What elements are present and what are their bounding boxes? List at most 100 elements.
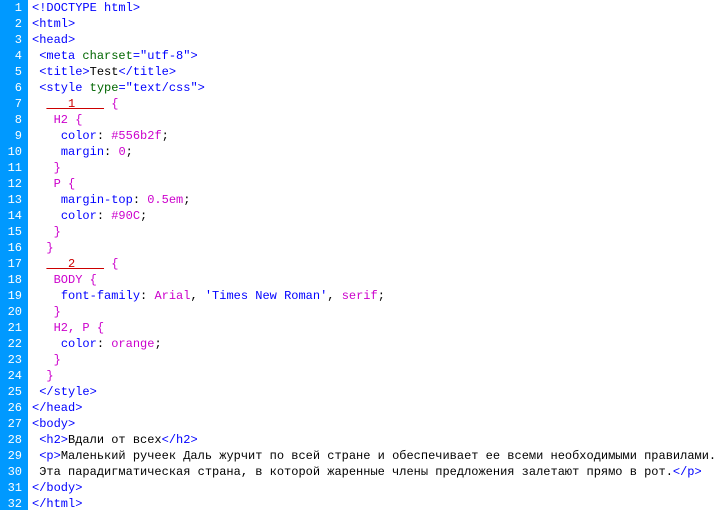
- code-token: ;: [140, 209, 147, 223]
- code-token: 1: [46, 97, 104, 111]
- code-token: 'Times New Roman': [205, 289, 327, 303]
- code-token: >: [190, 49, 197, 63]
- code-token: <meta: [39, 49, 82, 63]
- code-token: <!DOCTYPE html>: [32, 1, 140, 15]
- code-token: font-family: [61, 289, 140, 303]
- code-token: ;: [126, 145, 133, 159]
- code-line[interactable]: <head>: [28, 32, 714, 48]
- code-line[interactable]: H2 {: [28, 112, 714, 128]
- line-number: 3: [4, 32, 22, 48]
- code-token: }: [46, 161, 60, 175]
- code-line[interactable]: <style type="text/css">: [28, 80, 714, 96]
- line-number: 22: [4, 336, 22, 352]
- code-token: Маленький ручеек Даль журчит по всей стр…: [61, 449, 714, 463]
- code-line[interactable]: margin-top: 0.5em;: [28, 192, 714, 208]
- code-line[interactable]: font-family: Arial, 'Times New Roman', s…: [28, 288, 714, 304]
- line-number: 19: [4, 288, 22, 304]
- code-line[interactable]: P {: [28, 176, 714, 192]
- code-token: <head>: [32, 33, 75, 47]
- code-token: charset: [82, 49, 132, 63]
- code-token: serif: [342, 289, 378, 303]
- code-line[interactable]: }: [28, 160, 714, 176]
- code-token: =: [118, 81, 125, 95]
- code-token: 2: [46, 257, 104, 271]
- code-token: }: [46, 353, 60, 367]
- code-token: </h2>: [162, 433, 198, 447]
- code-token: {: [104, 257, 118, 271]
- code-token: <style: [39, 81, 89, 95]
- code-line[interactable]: color: orange;: [28, 336, 714, 352]
- code-line[interactable]: }: [28, 352, 714, 368]
- code-line[interactable]: </body>: [28, 480, 714, 496]
- code-line[interactable]: color: #90C;: [28, 208, 714, 224]
- code-line[interactable]: 1 {: [28, 96, 714, 112]
- code-token: [46, 209, 60, 223]
- code-token: </p>: [673, 465, 702, 479]
- code-editor[interactable]: <!DOCTYPE html><html><head> <meta charse…: [28, 0, 714, 510]
- code-token: color: [61, 129, 97, 143]
- line-number: 21: [4, 320, 22, 336]
- code-token: </title>: [118, 65, 176, 79]
- code-token: :: [97, 129, 111, 143]
- code-line[interactable]: BODY {: [28, 272, 714, 288]
- code-token: Эта парадигматическая страна, в которой …: [39, 465, 673, 479]
- code-token: :: [133, 193, 147, 207]
- code-line[interactable]: }: [28, 240, 714, 256]
- code-token: "utf-8": [140, 49, 190, 63]
- line-number: 6: [4, 80, 22, 96]
- code-line[interactable]: <html>: [28, 16, 714, 32]
- line-number-gutter: 1234567891011121314151617181920212223242…: [0, 0, 28, 510]
- code-token: ,: [327, 289, 341, 303]
- code-token: </html>: [32, 497, 82, 510]
- line-number: 15: [4, 224, 22, 240]
- code-token: ;: [154, 337, 161, 351]
- line-number: 25: [4, 384, 22, 400]
- code-line[interactable]: <p>Маленький ручеек Даль журчит по всей …: [28, 448, 714, 464]
- code-token: H2 {: [46, 113, 82, 127]
- code-line[interactable]: }: [28, 368, 714, 384]
- line-number: 10: [4, 144, 22, 160]
- code-token: Arial: [154, 289, 190, 303]
- code-line[interactable]: <title>Test</title>: [28, 64, 714, 80]
- code-token: orange: [111, 337, 154, 351]
- line-number: 11: [4, 160, 22, 176]
- line-number: 28: [4, 432, 22, 448]
- line-number: 18: [4, 272, 22, 288]
- code-line[interactable]: color: #556b2f;: [28, 128, 714, 144]
- line-number: 4: [4, 48, 22, 64]
- code-line[interactable]: }: [28, 304, 714, 320]
- code-token: ;: [162, 129, 169, 143]
- code-token: [46, 145, 60, 159]
- code-line[interactable]: <!DOCTYPE html>: [28, 0, 714, 16]
- code-token: type: [90, 81, 119, 95]
- code-line[interactable]: <body>: [28, 416, 714, 432]
- code-line[interactable]: H2, P {: [28, 320, 714, 336]
- code-token: <p>: [39, 449, 61, 463]
- code-line[interactable]: <meta charset="utf-8">: [28, 48, 714, 64]
- code-token: }: [46, 369, 53, 383]
- code-token: ;: [183, 193, 190, 207]
- code-token: #556b2f: [111, 129, 161, 143]
- code-token: =: [133, 49, 140, 63]
- code-line[interactable]: </style>: [28, 384, 714, 400]
- code-line[interactable]: 2 {: [28, 256, 714, 272]
- code-token: Вдали от всех: [68, 433, 162, 447]
- code-line[interactable]: }: [28, 224, 714, 240]
- code-line[interactable]: <h2>Вдали от всех</h2>: [28, 432, 714, 448]
- code-token: ;: [378, 289, 385, 303]
- code-token: P {: [46, 177, 75, 191]
- code-line[interactable]: Эта парадигматическая страна, в которой …: [28, 464, 714, 480]
- code-token: [46, 337, 60, 351]
- code-token: }: [46, 225, 60, 239]
- line-number: 31: [4, 480, 22, 496]
- line-number: 16: [4, 240, 22, 256]
- line-number: 27: [4, 416, 22, 432]
- code-token: :: [104, 145, 118, 159]
- line-number: 7: [4, 96, 22, 112]
- code-token: color: [61, 337, 97, 351]
- code-line[interactable]: </html>: [28, 496, 714, 510]
- code-token: ,: [190, 289, 204, 303]
- code-line[interactable]: </head>: [28, 400, 714, 416]
- code-line[interactable]: margin: 0;: [28, 144, 714, 160]
- line-number: 13: [4, 192, 22, 208]
